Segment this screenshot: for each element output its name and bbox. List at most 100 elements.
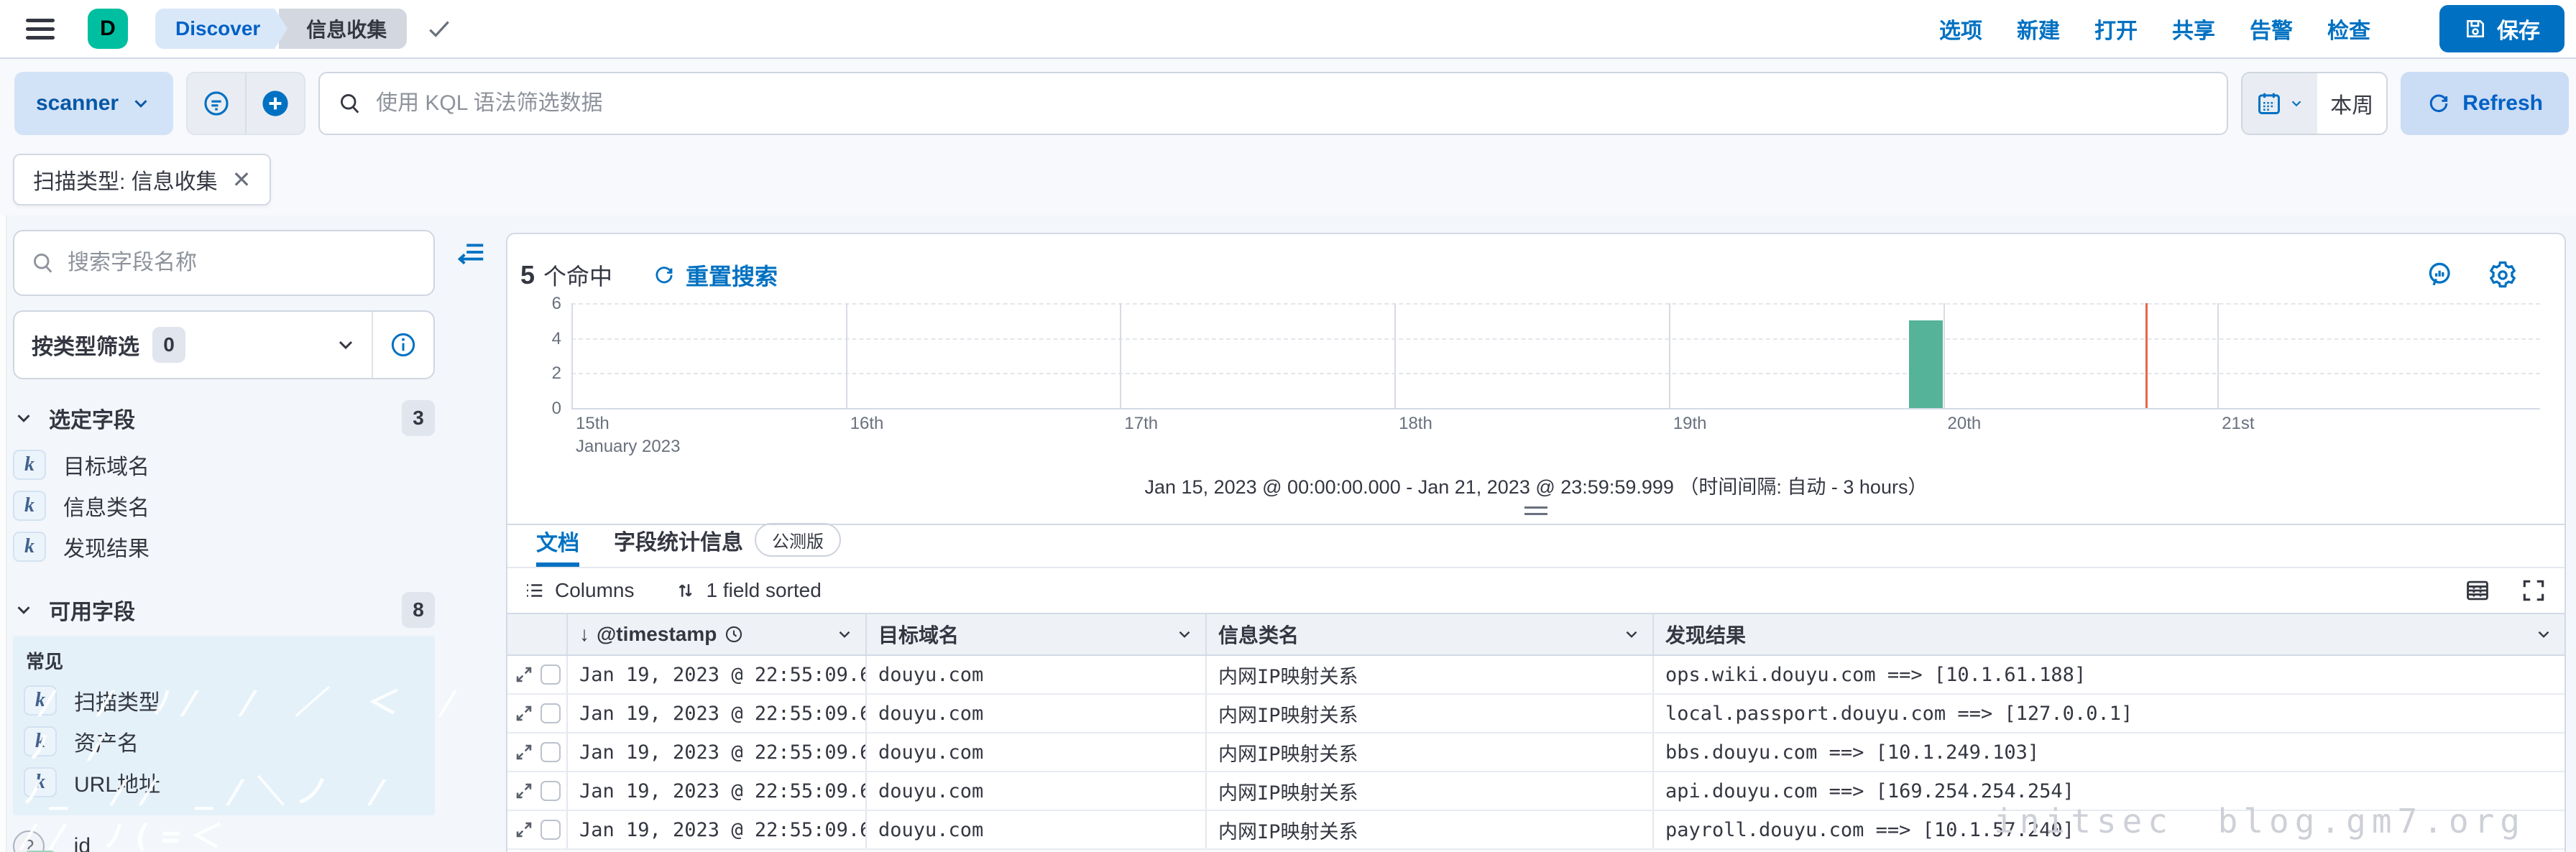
share-link[interactable]: 共享 bbox=[2172, 13, 2215, 45]
discover-results-panel: 5 个命中 重置搜索 0 2 4 6 15th 16th 17th 18th 1… bbox=[506, 233, 2566, 852]
sort-desc-icon: ↓ bbox=[579, 623, 589, 645]
expand-row-icon[interactable] bbox=[515, 704, 533, 723]
y-gridline bbox=[571, 303, 2540, 305]
field-search-input[interactable] bbox=[68, 251, 418, 275]
x-gridline bbox=[1394, 303, 1397, 408]
display-density-icon[interactable] bbox=[2464, 577, 2491, 604]
saved-query-icon[interactable] bbox=[188, 73, 245, 134]
cell-info-type: 内网IP映射关系 bbox=[1207, 695, 1654, 732]
inspect-link[interactable]: 检查 bbox=[2327, 13, 2370, 45]
y-gridline bbox=[571, 338, 2540, 340]
fields-sidebar: 按类型筛选 0 选定字段 3 k 目标域名 bbox=[0, 216, 506, 852]
x-axis-tick: 20th bbox=[1947, 414, 1982, 433]
fullscreen-icon[interactable] bbox=[2520, 577, 2547, 604]
calendar-menu-button[interactable] bbox=[2242, 73, 2318, 134]
histogram-bar[interactable] bbox=[1908, 320, 1944, 408]
menu-icon[interactable] bbox=[26, 18, 55, 40]
expand-row-icon[interactable] bbox=[515, 820, 533, 839]
save-icon bbox=[2464, 17, 2487, 40]
x-axis-tick: 21st bbox=[2222, 414, 2255, 433]
alerts-link[interactable]: 告警 bbox=[2250, 13, 2293, 45]
date-range-picker: 本周 bbox=[2241, 72, 2388, 135]
refresh-button[interactable]: Refresh bbox=[2401, 72, 2569, 135]
remove-filter-icon[interactable]: ✕ bbox=[232, 166, 252, 193]
x-axis-tick: 15th bbox=[576, 414, 610, 433]
field-item[interactable]: k 目标域名 bbox=[13, 444, 435, 485]
save-button[interactable]: 保存 bbox=[2439, 5, 2564, 52]
column-header-info-type[interactable]: 信息类名 bbox=[1207, 614, 1654, 654]
row-checkbox[interactable] bbox=[540, 742, 561, 762]
chevron-down-icon bbox=[839, 631, 850, 638]
field-item[interactable]: ? _id bbox=[13, 825, 435, 852]
inspect-chart-icon[interactable] bbox=[2425, 259, 2457, 291]
popular-fields-label: 常见 bbox=[26, 651, 64, 672]
columns-button[interactable]: Columns bbox=[523, 579, 634, 602]
expand-row-icon[interactable] bbox=[515, 665, 533, 684]
field-info-icon[interactable] bbox=[373, 330, 433, 359]
filter-pill[interactable]: 扫描类型: 信息收集 ✕ bbox=[13, 154, 272, 205]
y-gridline bbox=[571, 373, 2540, 375]
collapse-sidebar-icon[interactable] bbox=[454, 236, 487, 269]
breadcrumb-discover[interactable]: Discover bbox=[155, 9, 288, 49]
kql-input[interactable] bbox=[376, 91, 2210, 116]
results-table: ↓ @timestamp 目标域名 信息类名 发现结果 Jan 19, 2023… bbox=[507, 613, 2564, 850]
row-checkbox[interactable] bbox=[540, 703, 561, 723]
x-gridline bbox=[571, 303, 573, 408]
open-link[interactable]: 打开 bbox=[2094, 13, 2138, 45]
table-row[interactable]: Jan 19, 2023 @ 22:55:09.621 douyu.com 内网… bbox=[507, 772, 2564, 811]
data-view-selector[interactable]: scanner bbox=[14, 72, 174, 135]
field-item[interactable]: k 信息类名 bbox=[13, 485, 435, 526]
table-row[interactable]: Jan 19, 2023 @ 22:55:09.621 douyu.com 内网… bbox=[507, 695, 2564, 733]
column-header-result[interactable]: 发现结果 bbox=[1654, 614, 2564, 654]
x-axis-line bbox=[571, 408, 2540, 409]
keyword-field-icon: k bbox=[13, 449, 46, 480]
x-axis-secondary-label: January 2023 bbox=[576, 437, 681, 456]
table-row[interactable]: Jan 19, 2023 @ 22:55:09.621 douyu.com 内网… bbox=[507, 811, 2564, 850]
new-link[interactable]: 新建 bbox=[2017, 13, 2060, 45]
sort-arrows-icon bbox=[679, 584, 693, 597]
available-fields-section[interactable]: 可用字段 8 bbox=[13, 591, 435, 629]
cell-timestamp: Jan 19, 2023 @ 22:55:09.621 bbox=[568, 733, 867, 771]
sort-fields-button[interactable]: 1 field sorted bbox=[674, 579, 822, 602]
chart-resize-handle[interactable] bbox=[1524, 506, 1547, 515]
cell-timestamp: Jan 19, 2023 @ 22:55:09.621 bbox=[568, 656, 867, 693]
cell-result: ops.wiki.douyu.com ==> [10.1.61.188] bbox=[1665, 663, 2087, 686]
cell-timestamp: Jan 19, 2023 @ 22:55:09.621 bbox=[568, 695, 867, 732]
saved-check-icon bbox=[426, 15, 453, 42]
cell-info-type: 内网IP映射关系 bbox=[1207, 733, 1654, 771]
workspace: 按类型筛选 0 选定字段 3 k 目标域名 bbox=[0, 216, 2576, 852]
field-item[interactable]: k URL地址 bbox=[13, 761, 435, 802]
options-link[interactable]: 选项 bbox=[1939, 13, 1982, 45]
beta-badge: 公测版 bbox=[755, 523, 841, 557]
field-item[interactable]: k 资产名 bbox=[13, 721, 435, 761]
gear-icon[interactable] bbox=[2487, 259, 2518, 291]
table-row[interactable]: Jan 19, 2023 @ 22:55:09.621 douyu.com 内网… bbox=[507, 656, 2564, 695]
field-item[interactable]: k 发现结果 bbox=[13, 526, 435, 567]
tab-field-statistics[interactable]: 字段统计信息 公测版 bbox=[614, 523, 841, 567]
reset-search-link[interactable]: 重置搜索 bbox=[653, 259, 778, 292]
chevron-down-icon bbox=[2292, 101, 2301, 107]
add-filter-icon[interactable] bbox=[247, 73, 304, 134]
chevron-down-icon bbox=[134, 100, 147, 108]
y-axis-tick: 0 bbox=[551, 399, 561, 418]
row-checkbox[interactable] bbox=[540, 781, 561, 801]
calendar-icon bbox=[2258, 93, 2281, 114]
selected-fields-section[interactable]: 选定字段 3 bbox=[13, 399, 435, 437]
available-count-badge: 8 bbox=[402, 592, 435, 628]
breadcrumb-saved-search[interactable]: 信息收集 bbox=[279, 9, 408, 49]
field-item[interactable]: k 扫描类型 bbox=[13, 680, 435, 721]
chevron-down-icon bbox=[1179, 631, 1190, 638]
column-header-timestamp[interactable]: ↓ @timestamp bbox=[568, 614, 867, 654]
time-range-value[interactable]: 本周 bbox=[2317, 73, 2386, 134]
unknown-field-icon: ? bbox=[13, 830, 45, 852]
list-icon bbox=[527, 584, 543, 597]
filter-by-type-dropdown[interactable]: 按类型筛选 0 bbox=[13, 310, 435, 379]
expand-row-icon[interactable] bbox=[515, 743, 533, 761]
row-checkbox[interactable] bbox=[540, 665, 561, 685]
row-checkbox[interactable] bbox=[540, 820, 561, 840]
table-row[interactable]: Jan 19, 2023 @ 22:55:09.621 douyu.com 内网… bbox=[507, 733, 2564, 772]
tab-documents[interactable]: 文档 bbox=[536, 525, 579, 567]
column-header-domain[interactable]: 目标域名 bbox=[867, 614, 1207, 654]
expand-row-icon[interactable] bbox=[515, 782, 533, 800]
cell-info-type: 内网IP映射关系 bbox=[1207, 811, 1654, 848]
